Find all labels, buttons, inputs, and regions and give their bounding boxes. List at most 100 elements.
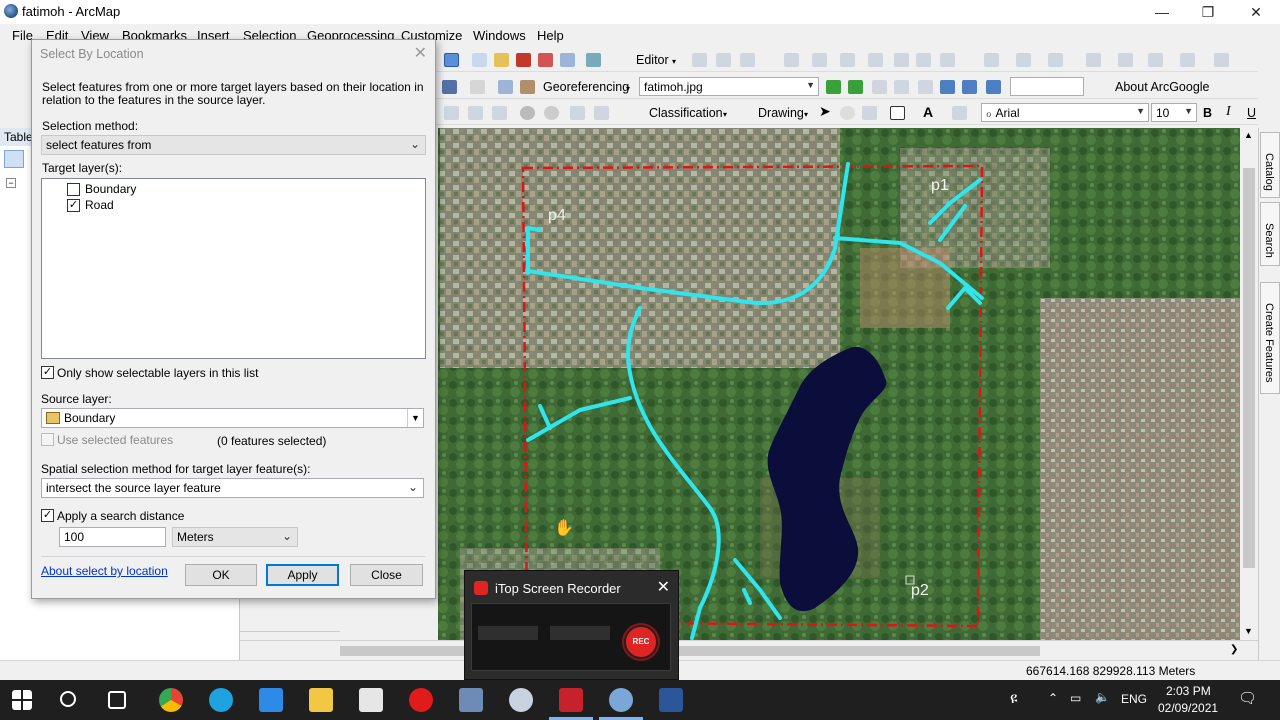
georef-input[interactable] [1010, 77, 1084, 96]
menu-windows[interactable]: Windows [473, 28, 526, 43]
only-selectable-checkbox[interactable]: ✓ [41, 366, 54, 379]
edit-tool-icon[interactable] [692, 53, 707, 67]
minimize-button[interactable]: — [1142, 2, 1182, 22]
list-by-drawing-order-icon[interactable] [4, 150, 24, 168]
redo-icon[interactable] [1214, 53, 1229, 67]
pan-icon[interactable] [444, 106, 459, 120]
source-layer-select[interactable]: Boundary ▼ [41, 408, 424, 428]
volume-icon[interactable]: 🔈 [1095, 690, 1110, 704]
globe-icon[interactable] [520, 106, 535, 120]
people-icon[interactable]: ዩ [1010, 690, 1018, 707]
start-icon[interactable] [12, 690, 32, 710]
select-features-icon[interactable] [444, 53, 459, 67]
dialog-close-icon[interactable]: ✕ [414, 43, 427, 63]
map-view[interactable]: p4 p1 p2 ✋ [340, 128, 1240, 640]
text-tool-icon[interactable]: A [923, 104, 933, 120]
search-distance-input[interactable]: 100 [59, 527, 166, 547]
chrome-icon[interactable] [159, 688, 183, 712]
python-icon[interactable] [538, 53, 553, 67]
straight-segment-icon[interactable] [716, 53, 731, 67]
smooth-icon[interactable] [1148, 53, 1163, 67]
mail-icon[interactable] [259, 688, 283, 712]
selection-method-select[interactable]: select features from ⌄ [41, 135, 426, 155]
map-horizontal-scrollbar[interactable]: ❯ [240, 640, 1258, 660]
language-indicator[interactable]: ENG [1121, 692, 1147, 706]
chevron-up-icon[interactable]: ⌃ [1048, 691, 1058, 705]
refresh-icon[interactable] [986, 80, 1001, 94]
create-features-tab[interactable]: Create Features [1260, 282, 1280, 394]
classification-menu[interactable]: Classification [649, 106, 723, 120]
editor-menu[interactable]: Editor [636, 53, 669, 67]
sphere-icon[interactable] [544, 106, 559, 120]
layout-view-icon[interactable] [470, 80, 485, 94]
bold-button[interactable]: B [1203, 106, 1212, 120]
center-icon[interactable] [492, 106, 507, 120]
notifications-icon[interactable]: 🗨 [1238, 689, 1257, 707]
store-icon[interactable] [359, 688, 383, 712]
file-explorer-icon[interactable] [309, 688, 333, 712]
zoom-to-selected-link-icon[interactable] [894, 80, 909, 94]
sketch-properties-icon[interactable] [894, 53, 909, 67]
recorder-close-icon[interactable]: ✕ [657, 577, 670, 597]
table-icon[interactable] [494, 53, 509, 67]
word-icon[interactable] [659, 688, 683, 712]
about-select-by-location-link[interactable]: About select by location [41, 564, 168, 578]
editor-tools-icon[interactable] [586, 53, 601, 67]
distance-unit-select[interactable]: Meters ⌄ [172, 527, 298, 547]
generalize-icon[interactable] [1118, 53, 1133, 67]
battery-icon[interactable]: ▭ [1070, 691, 1081, 705]
rec-button[interactable]: REC [624, 625, 658, 659]
about-arcgoogle-button[interactable]: About ArcGoogle [1115, 80, 1210, 94]
go-to-xy-icon[interactable] [442, 80, 457, 94]
opera-icon[interactable] [409, 688, 433, 712]
attributes-icon[interactable] [868, 53, 883, 67]
delete-link-icon[interactable] [918, 80, 933, 94]
auto-adjust-icon[interactable] [848, 80, 863, 94]
model-builder-icon[interactable] [560, 53, 575, 67]
close-button[interactable]: Close [350, 564, 423, 586]
target-layer-boundary-checkbox[interactable] [67, 183, 80, 196]
find-icon[interactable] [498, 80, 513, 94]
edit-vertices-drawing-icon[interactable] [952, 106, 967, 120]
map-vertical-scrollbar[interactable]: ▲ ▼ [1240, 128, 1258, 640]
paint-icon[interactable] [509, 688, 533, 712]
menu-help[interactable]: Help [537, 28, 564, 43]
create-features-icon[interactable] [916, 53, 931, 67]
edge-icon[interactable] [209, 688, 233, 712]
arcmap-taskbar-icon[interactable] [609, 688, 633, 712]
layer-tools-icon[interactable] [570, 106, 585, 120]
clock-date[interactable]: 02/09/2021 [1158, 701, 1218, 715]
catalog-tab[interactable]: Catalog [1260, 132, 1280, 198]
move-icon[interactable] [468, 106, 483, 120]
search-tab[interactable]: Search [1260, 202, 1280, 266]
cad-icon[interactable] [940, 53, 955, 67]
drawing-menu[interactable]: Drawing [758, 106, 804, 120]
select-link-icon[interactable] [872, 80, 887, 94]
add-control-points-icon[interactable] [826, 80, 841, 94]
computer-icon[interactable] [459, 688, 483, 712]
topology-icon[interactable] [1048, 53, 1063, 67]
reshape-icon[interactable] [984, 53, 999, 67]
menu-file[interactable]: File [12, 28, 33, 43]
ok-button[interactable]: OK [185, 564, 257, 586]
maximize-button[interactable]: ❐ [1188, 2, 1228, 22]
clock-time[interactable]: 2:03 PM [1166, 684, 1211, 698]
task-view-icon[interactable] [108, 691, 126, 709]
target-layer-road-checkbox[interactable]: ✓ [67, 199, 80, 212]
underline-button[interactable]: U [1247, 106, 1256, 120]
histogram-icon[interactable] [594, 106, 609, 120]
undo-icon[interactable] [1180, 53, 1195, 67]
expand-icon[interactable]: − [6, 178, 16, 188]
split-icon[interactable] [812, 53, 827, 67]
edit-vertices-icon[interactable] [1086, 53, 1101, 67]
rotate-icon[interactable] [840, 53, 855, 67]
measure-icon[interactable] [520, 80, 535, 94]
font-size-select[interactable]: 10 ▼ [1151, 103, 1197, 122]
point-icon[interactable] [784, 53, 799, 67]
georeferencing-menu[interactable]: Georeferencing [543, 80, 629, 94]
georef-layer-select[interactable]: fatimoh.jpg ▼ [639, 77, 819, 96]
rotate-raster-icon[interactable] [962, 80, 977, 94]
search-icon[interactable] [60, 691, 76, 707]
cut-polygon-icon[interactable] [1016, 53, 1031, 67]
font-select[interactable]: ℴ Arial ▼ [981, 103, 1149, 122]
